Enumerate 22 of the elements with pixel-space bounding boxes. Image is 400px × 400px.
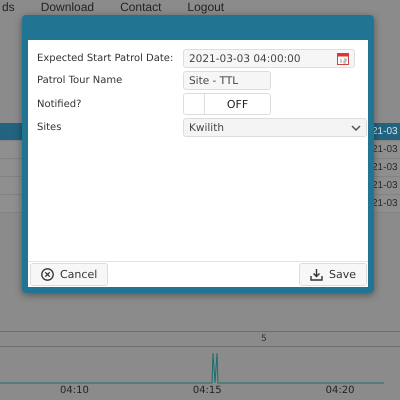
axis-label: 04:10 — [60, 385, 89, 396]
nav-link[interactable]: Contact — [120, 0, 162, 14]
nav-link[interactable]: Download — [40, 0, 94, 14]
field-label: Expected Start Patrol Date: — [37, 53, 174, 64]
field-label: Notified? — [37, 98, 82, 110]
download-icon — [310, 268, 323, 280]
timeline-label: 5 — [261, 334, 267, 344]
save-button[interactable]: Save — [298, 263, 367, 286]
date-field[interactable]: 2021-03-03 04:00:00 — [183, 49, 355, 68]
close-icon — [41, 268, 54, 281]
field-label: Patrol Tour Name — [37, 75, 124, 86]
toggle-switch[interactable]: OFF — [183, 93, 271, 115]
chevron-down-icon — [351, 124, 361, 130]
calendar-icon[interactable] — [337, 52, 349, 65]
dropdown[interactable]: Kwilith — [183, 118, 367, 137]
nav-link[interactable]: Logout — [187, 0, 224, 14]
field-label: Sites — [37, 122, 62, 133]
input-field[interactable]: Site - TTL — [183, 71, 271, 90]
axis-label: 04:15 — [192, 385, 222, 396]
nav-link[interactable]: ds — [2, 0, 15, 14]
cancel-button[interactable]: Cancel — [30, 263, 108, 286]
axis-label: 04:20 — [326, 385, 354, 396]
